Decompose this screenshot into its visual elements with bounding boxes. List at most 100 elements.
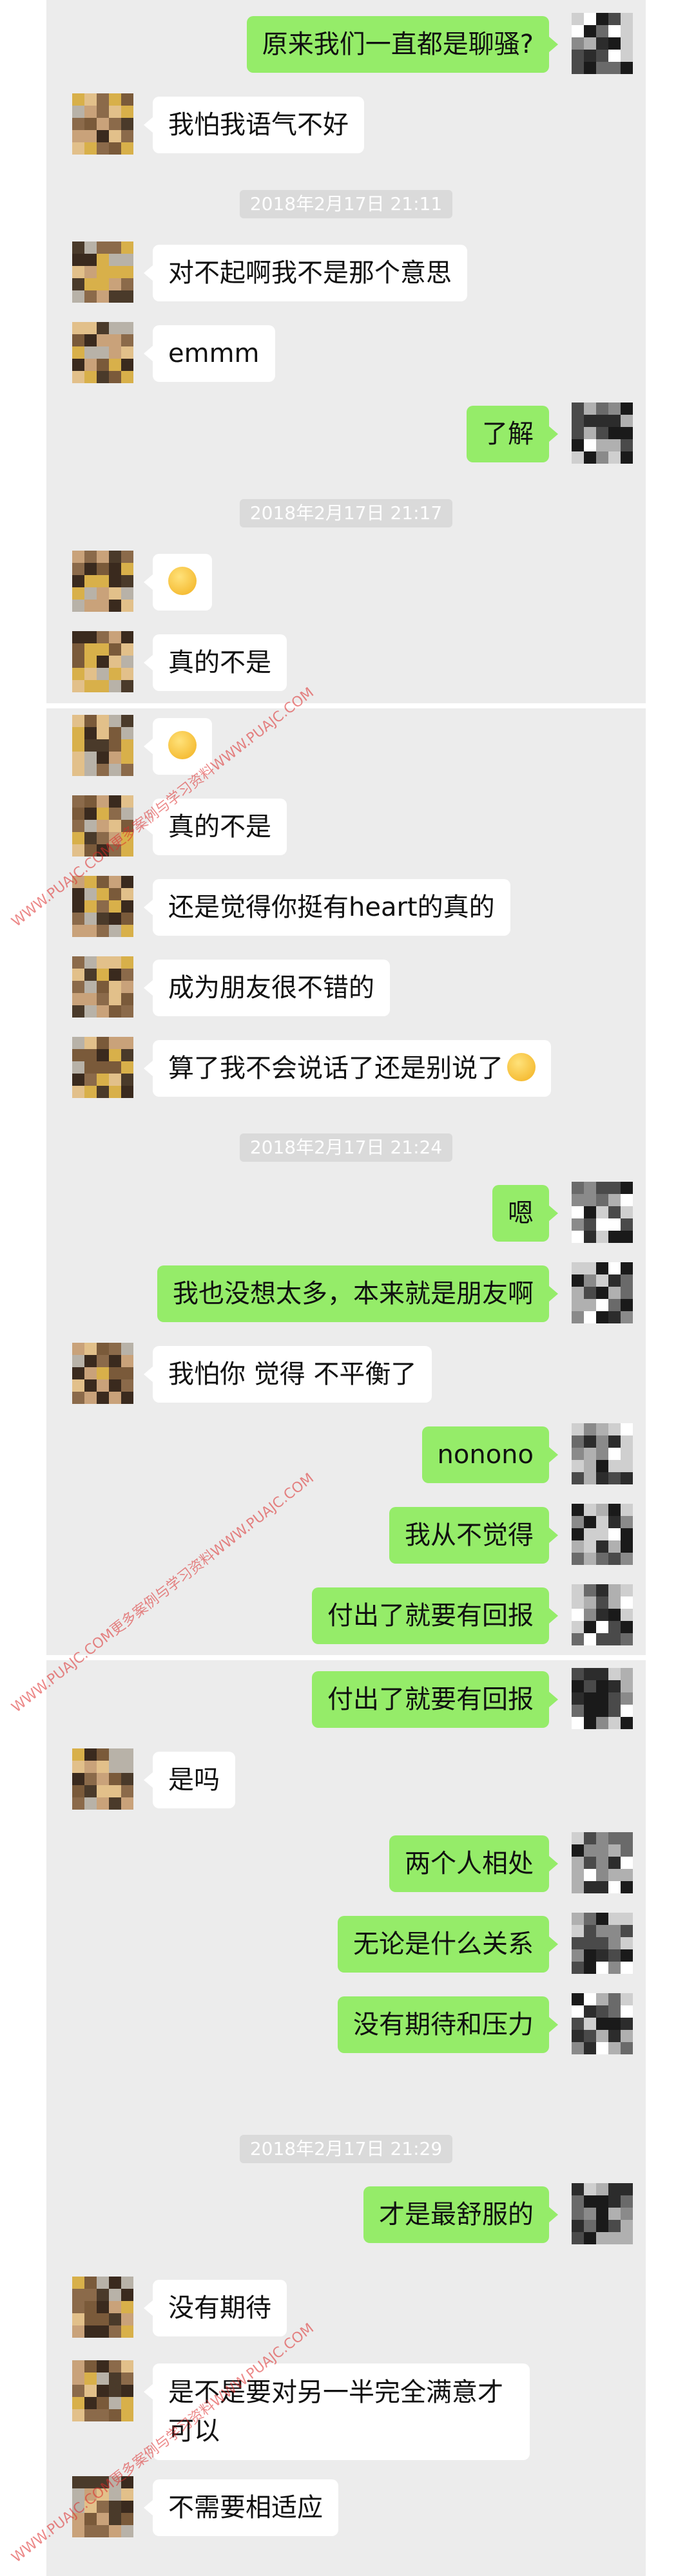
avatar[interactable] (572, 402, 633, 464)
avatar[interactable] (72, 1343, 133, 1404)
message-bubble[interactable]: 才是最舒服的 (363, 2186, 558, 2243)
message-row: 没有期待 (46, 2273, 646, 2344)
message-text: 了解 (482, 419, 534, 449)
message-bubble[interactable]: 对不起啊我不是那个意思 (144, 245, 467, 301)
avatar[interactable] (572, 1182, 633, 1243)
message-row: 我也没想太多，本来就是朋友啊 (46, 1259, 646, 1330)
message-bubble[interactable]: 算了我不会说话了还是别说了 (144, 1040, 551, 1097)
avatar[interactable] (572, 1913, 633, 1974)
avatar[interactable] (72, 322, 133, 383)
message-bubble[interactable]: 没有期待和压力 (338, 1996, 558, 2053)
message-bubble[interactable] (144, 554, 212, 611)
message-row: emmm (46, 319, 646, 390)
message-text: 对不起啊我不是那个意思 (168, 258, 452, 288)
message-row: 我从不觉得 (46, 1501, 646, 1571)
message-text: emmm (168, 339, 260, 368)
message-text: nonono (437, 1440, 534, 1470)
message-row: 我怕我语气不好 (46, 90, 646, 161)
awkward-smile-emoji-icon (507, 1053, 536, 1081)
message-row: 还是觉得你挺有heart的真的 (46, 873, 646, 943)
message-row: 原来我们一直都是聊骚? (46, 10, 646, 80)
message-bubble[interactable]: 我怕你 觉得 不平衡了 (143, 1346, 432, 1403)
message-bubble[interactable]: 了解 (467, 406, 558, 462)
message-text: 不需要相适应 (168, 2493, 323, 2523)
timestamp: 2018年2月17日 21:29 (46, 2135, 646, 2167)
message-text: 我怕我语气不好 (168, 110, 349, 140)
message-text: 嗯 (508, 1198, 534, 1228)
avatar[interactable] (72, 876, 133, 937)
message-text: 两个人相处 (405, 1849, 534, 1879)
message-row: 算了我不会说话了还是别说了 (46, 1034, 646, 1104)
message-bubble[interactable]: 嗯 (492, 1185, 558, 1242)
message-text: 我也没想太多，本来就是朋友啊 (173, 1279, 534, 1309)
message-bubble[interactable]: 无论是什么关系 (338, 1916, 558, 1973)
message-text: 真的不是 (168, 648, 271, 677)
avatar[interactable] (72, 93, 133, 155)
avatar[interactable] (572, 2183, 633, 2244)
message-row (46, 712, 646, 782)
message-text: 付出了就要有回报 (327, 1601, 534, 1631)
avatar[interactable] (572, 1993, 633, 2054)
avatar[interactable] (572, 1504, 633, 1565)
message-row: 不需要相适应 (46, 2473, 646, 2544)
message-row: 两个人相处 (46, 1829, 646, 1900)
message-text: 成为朋友很不错的 (168, 973, 374, 1003)
timestamp: 2018年2月17日 21:17 (46, 499, 646, 531)
message-row: nonono (46, 1420, 646, 1491)
message-bubble[interactable]: 不需要相适应 (144, 2479, 338, 2536)
message-row: 对不起啊我不是那个意思 (46, 238, 646, 309)
avatar[interactable] (72, 631, 133, 692)
avatar[interactable] (572, 1668, 633, 1729)
message-text: 付出了就要有回报 (327, 1685, 534, 1714)
message-row: 无论是什么关系 (46, 1909, 646, 1980)
message-row: 嗯 (46, 1179, 646, 1249)
avatar[interactable] (572, 13, 633, 74)
sweat-smile-emoji-icon (168, 731, 197, 759)
avatar[interactable] (572, 1423, 633, 1484)
avatar[interactable] (72, 715, 133, 776)
message-row: 付出了就要有回报 (46, 1665, 646, 1736)
message-row: 没有期待和压力 (46, 1990, 646, 2061)
message-text: 真的不是 (168, 812, 271, 842)
message-row (46, 547, 646, 618)
message-text: 才是最舒服的 (379, 2200, 534, 2230)
message-text: 无论是什么关系 (353, 1929, 534, 1959)
message-bubble[interactable]: 两个人相处 (389, 1835, 558, 1892)
timestamp: 2018年2月17日 21:24 (46, 1133, 646, 1166)
message-row: 才是最舒服的 (46, 2180, 646, 2251)
message-bubble[interactable]: 没有期待 (144, 2280, 287, 2336)
message-text: 算了我不会说话了还是别说了 (168, 1054, 503, 1083)
message-bubble[interactable]: nonono (421, 1426, 559, 1483)
message-bubble[interactable]: 是吗 (144, 1752, 235, 1808)
avatar[interactable] (572, 1584, 633, 1645)
message-bubble[interactable]: 还是觉得你挺有heart的真的 (144, 879, 510, 936)
message-bubble[interactable]: 付出了就要有回报 (312, 1587, 558, 1644)
avatar[interactable] (572, 1832, 633, 1893)
message-bubble[interactable]: 我也没想太多，本来就是朋友啊 (157, 1265, 558, 1322)
message-bubble[interactable]: 真的不是 (144, 634, 287, 691)
message-row: 成为朋友很不错的 (46, 953, 646, 1024)
avatar[interactable] (72, 551, 133, 612)
message-row: 真的不是 (46, 628, 646, 699)
message-bubble[interactable]: 我怕我语气不好 (144, 97, 364, 153)
message-text: 还是觉得你挺有heart的真的 (168, 893, 495, 922)
timestamp: 2018年2月17日 21:11 (46, 190, 646, 222)
message-bubble[interactable]: emmm (144, 325, 275, 382)
avatar[interactable] (72, 2277, 133, 2338)
message-text: 是吗 (168, 1765, 220, 1795)
message-bubble[interactable]: 成为朋友很不错的 (144, 960, 390, 1016)
message-bubble[interactable]: 付出了就要有回报 (312, 1671, 558, 1728)
message-bubble[interactable]: 原来我们一直都是聊骚? (246, 16, 559, 73)
avatar[interactable] (572, 1262, 633, 1323)
avatar[interactable] (72, 1037, 133, 1098)
avatar[interactable] (72, 1748, 133, 1810)
message-bubble[interactable]: 我从不觉得 (389, 1507, 558, 1564)
message-text: 我怕你 觉得 不平衡了 (168, 1359, 417, 1389)
message-text: 我从不觉得 (405, 1520, 534, 1550)
message-text: 没有期待和压力 (353, 2010, 534, 2040)
message-text: 原来我们一直都是聊骚? (262, 30, 534, 59)
avatar[interactable] (72, 242, 133, 303)
message-row: 是吗 (46, 1745, 646, 1816)
avatar[interactable] (72, 2360, 133, 2421)
avatar[interactable] (72, 956, 133, 1018)
